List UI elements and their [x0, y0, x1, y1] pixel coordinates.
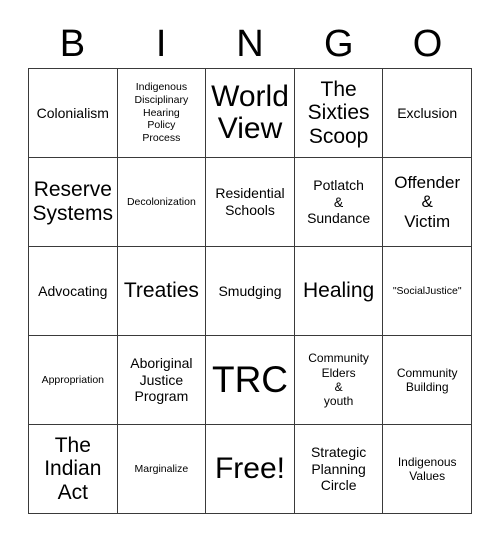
bingo-cell-r3c2[interactable]: Treaties: [117, 247, 207, 336]
bingo-card: B I N G O Colonialism Indigenous Discipli…: [0, 0, 500, 544]
bingo-cell-r1c4[interactable]: The Sixties Scoop: [294, 69, 384, 158]
bingo-header-letter-o: O: [412, 23, 443, 65]
bingo-cell-r2c1[interactable]: Reserve Systems: [29, 158, 118, 247]
bingo-header-row: B I N G O: [28, 20, 472, 68]
bingo-cell-r3c5[interactable]: "SocialJustice": [383, 247, 472, 336]
bingo-cell-r2c3[interactable]: Residential Schools: [206, 158, 295, 247]
bingo-cell-label: Indigenous Values: [397, 454, 457, 483]
bingo-header-letter-g: G: [324, 23, 354, 65]
bingo-cell-label: Decolonization: [126, 195, 196, 208]
bingo-cell-label: Residential Schools: [215, 185, 285, 218]
bingo-cell-r2c5[interactable]: Offender & Victim: [383, 158, 472, 247]
bingo-cell-label: Community Elders & youth: [308, 351, 369, 409]
bingo-cell-r2c2[interactable]: Decolonization: [117, 158, 207, 247]
bingo-cell-label: Advocating: [38, 282, 108, 299]
bingo-cell-label: Community Building: [396, 365, 458, 394]
bingo-cell-r5c2[interactable]: Marginalize: [117, 425, 207, 514]
bingo-cell-label: The Sixties Scoop: [307, 77, 370, 148]
bingo-cell-label: Offender & Victim: [394, 172, 461, 231]
bingo-cell-r2c4[interactable]: Potlatch & Sundance: [294, 158, 384, 247]
bingo-cell-label: Smudging: [218, 282, 282, 299]
bingo-cell-label: Appropriation: [41, 373, 105, 386]
bingo-cell-label: Exclusion: [397, 104, 458, 121]
bingo-cell-r3c1[interactable]: Advocating: [29, 247, 118, 336]
bingo-cell-label: Colonialism: [36, 104, 109, 121]
bingo-cell-r3c3[interactable]: Smudging: [206, 247, 295, 336]
bingo-cell-r3c4[interactable]: Healing: [294, 247, 384, 336]
bingo-cell-label: TRC: [211, 358, 289, 400]
bingo-cell-label: Healing: [302, 279, 375, 303]
bingo-header-letter-n: N: [236, 23, 264, 65]
bingo-cell-r4c3[interactable]: TRC: [206, 336, 295, 425]
bingo-cell-label: World View: [211, 79, 289, 145]
bingo-cell-r4c5[interactable]: Community Building: [383, 336, 472, 425]
bingo-cell-label: Indigenous Disciplinary Hearing Policy P…: [134, 81, 189, 145]
bingo-cell-label: Free!: [214, 451, 285, 485]
bingo-cell-r5c3[interactable]: Free!: [206, 425, 295, 514]
bingo-cell-label: Marginalize: [134, 462, 189, 475]
bingo-header-letter-i: I: [155, 23, 167, 65]
bingo-cell-label: Reserve Systems: [32, 178, 114, 225]
bingo-header-letter-b: B: [59, 23, 86, 65]
bingo-cell-r4c1[interactable]: Appropriation: [29, 336, 118, 425]
bingo-cell-r4c4[interactable]: Community Elders & youth: [294, 336, 384, 425]
bingo-cell-label: Potlatch & Sundance: [307, 177, 371, 227]
bingo-cell-r5c1[interactable]: The Indian Act: [29, 425, 118, 514]
bingo-cell-r1c1[interactable]: Colonialism: [29, 69, 118, 158]
bingo-cell-label: Aboriginal Justice Program: [130, 355, 193, 405]
bingo-cell-r1c5[interactable]: Exclusion: [383, 69, 472, 158]
bingo-cell-label: Treaties: [123, 279, 199, 303]
bingo-cell-label: "SocialJustice": [392, 284, 462, 297]
bingo-cell-r5c4[interactable]: Strategic Planning Circle: [294, 425, 384, 514]
bingo-cell-label: Strategic Planning Circle: [310, 444, 367, 494]
bingo-cell-r4c2[interactable]: Aboriginal Justice Program: [117, 336, 207, 425]
bingo-grid: Colonialism Indigenous Disciplinary Heari…: [28, 68, 472, 514]
bingo-cell-label: The Indian Act: [44, 433, 102, 504]
bingo-cell-r5c5[interactable]: Indigenous Values: [383, 425, 472, 514]
bingo-cell-r1c3[interactable]: World View: [206, 69, 295, 158]
bingo-cell-r1c2[interactable]: Indigenous Disciplinary Hearing Policy P…: [117, 69, 207, 158]
